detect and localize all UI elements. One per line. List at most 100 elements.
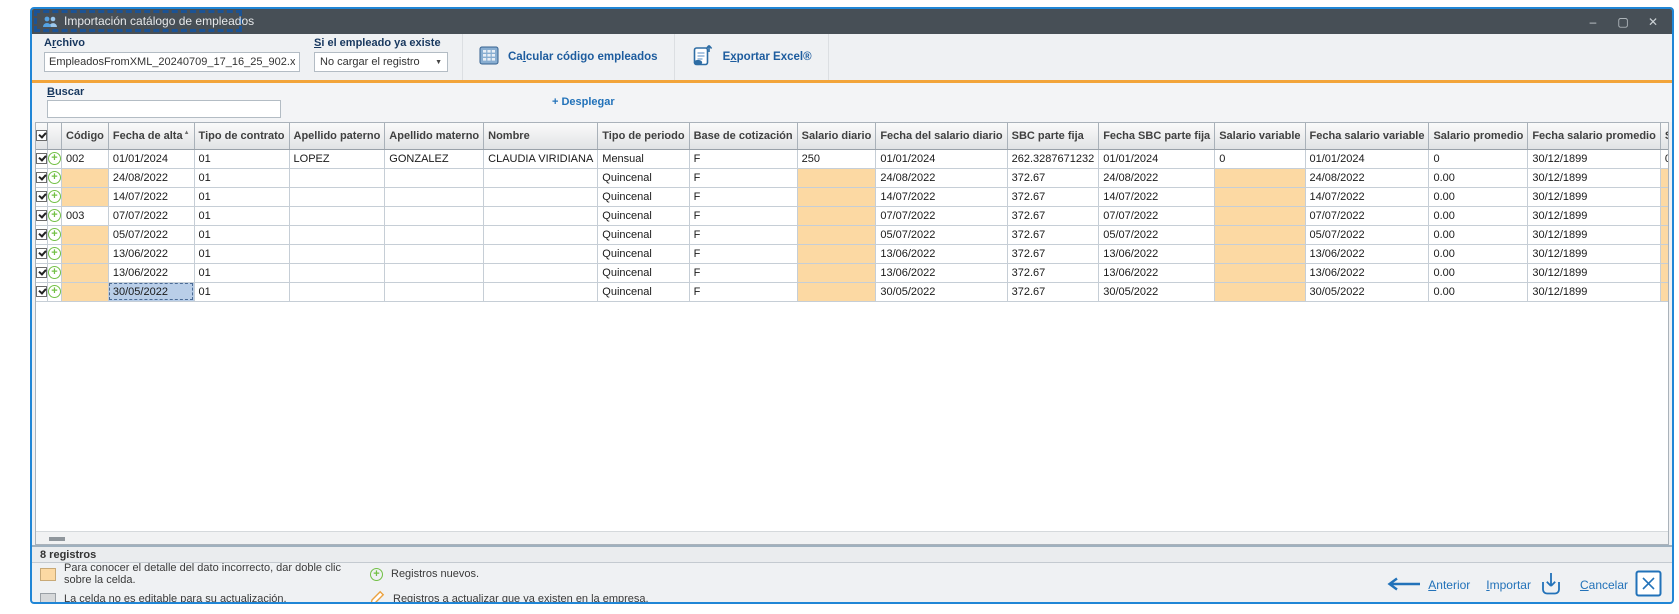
cell-salario-diario[interactable] xyxy=(797,244,876,263)
row-select-cell[interactable] xyxy=(36,206,48,225)
cell-sbc-parte-fija[interactable]: 372.67 xyxy=(1007,263,1099,282)
cell-fecha-del-salario-diario[interactable]: 14/07/2022 xyxy=(876,187,1007,206)
cell-fecha-de-alta[interactable]: 05/07/2022 xyxy=(108,225,194,244)
cell-fecha-del-salario-diario[interactable]: 07/07/2022 xyxy=(876,206,1007,225)
cell-apellido-materno[interactable] xyxy=(385,244,484,263)
column-header-fecha-salario-promedio[interactable]: Fecha salario promedio xyxy=(1528,123,1660,149)
cell-salario-mixto[interactable] xyxy=(1660,225,1669,244)
cell-fecha-de-alta[interactable]: 24/08/2022 xyxy=(108,168,194,187)
cell-nombre[interactable] xyxy=(484,225,598,244)
cell-salario-mixto[interactable]: 0 xyxy=(1660,149,1669,168)
cell-apellido-materno[interactable] xyxy=(385,187,484,206)
cell-tipo-de-periodo[interactable]: Quincenal xyxy=(598,187,689,206)
close-button[interactable]: ✕ xyxy=(1638,9,1668,34)
column-header-tipo-de-contrato[interactable]: Tipo de contrato xyxy=(194,123,289,149)
cell-nombre[interactable] xyxy=(484,263,598,282)
cell-salario-variable[interactable] xyxy=(1215,225,1305,244)
cell-tipo-de-periodo[interactable]: Quincenal xyxy=(598,225,689,244)
exportar-excel-button[interactable]: Exportar Excel® xyxy=(674,34,829,80)
cell-fecha-salario-variable[interactable]: 13/06/2022 xyxy=(1305,263,1429,282)
cell-fecha-sbc-parte-fija[interactable]: 05/07/2022 xyxy=(1099,225,1215,244)
cell-salario-variable[interactable] xyxy=(1215,168,1305,187)
row-select-cell[interactable] xyxy=(36,263,48,282)
row-select-cell[interactable] xyxy=(36,187,48,206)
column-header-salario-mixto[interactable]: Salario mixto xyxy=(1660,123,1669,149)
cell-base-de-cotizacion[interactable]: F xyxy=(689,282,797,301)
cell-salario-diario[interactable] xyxy=(797,263,876,282)
cell-salario-variable[interactable] xyxy=(1215,244,1305,263)
select-all-checkbox[interactable] xyxy=(36,130,47,141)
cell-tipo-de-contrato[interactable]: 01 xyxy=(194,206,289,225)
horizontal-scrollbar[interactable] xyxy=(36,531,1668,544)
column-header-fecha-salario-variable[interactable]: Fecha salario variable xyxy=(1305,123,1429,149)
cell-nombre[interactable] xyxy=(484,168,598,187)
cell-salario-promedio[interactable]: 0.00 xyxy=(1429,225,1528,244)
cell-nombre[interactable] xyxy=(484,244,598,263)
cell-nombre[interactable] xyxy=(484,187,598,206)
cell-salario-mixto[interactable] xyxy=(1660,263,1669,282)
cell-sbc-parte-fija[interactable]: 372.67 xyxy=(1007,282,1099,301)
column-header-apellido-paterno[interactable]: Apellido paterno xyxy=(289,123,385,149)
cell-fecha-del-salario-diario[interactable]: 30/05/2022 xyxy=(876,282,1007,301)
cell-tipo-de-periodo[interactable]: Quincenal xyxy=(598,206,689,225)
column-header-salario-diario[interactable]: Salario diario xyxy=(797,123,876,149)
cell-salario-diario[interactable] xyxy=(797,187,876,206)
cell-fecha-salario-variable[interactable]: 30/05/2022 xyxy=(1305,282,1429,301)
cell-tipo-de-periodo[interactable]: Quincenal xyxy=(598,282,689,301)
cell-fecha-salario-promedio[interactable]: 30/12/1899 xyxy=(1528,149,1660,168)
cell-codigo[interactable] xyxy=(62,244,109,263)
cell-nombre[interactable] xyxy=(484,206,598,225)
cell-fecha-salario-promedio[interactable]: 30/12/1899 xyxy=(1528,206,1660,225)
cell-salario-mixto[interactable] xyxy=(1660,206,1669,225)
row-select-cell[interactable] xyxy=(36,282,48,301)
row-select-cell[interactable] xyxy=(36,225,48,244)
cell-sbc-parte-fija[interactable]: 372.67 xyxy=(1007,244,1099,263)
cell-tipo-de-contrato[interactable]: 01 xyxy=(194,149,289,168)
column-header-fecha-sbc-parte-fija[interactable]: Fecha SBC parte fija xyxy=(1099,123,1215,149)
cell-fecha-de-alta[interactable]: 30/05/2022 xyxy=(108,282,194,301)
cell-tipo-de-periodo[interactable]: Quincenal xyxy=(598,263,689,282)
cell-tipo-de-periodo[interactable]: Quincenal xyxy=(598,168,689,187)
cell-codigo[interactable] xyxy=(62,263,109,282)
cell-apellido-paterno[interactable] xyxy=(289,225,385,244)
cell-fecha-de-alta[interactable]: 14/07/2022 xyxy=(108,187,194,206)
cell-fecha-de-alta[interactable]: 13/06/2022 xyxy=(108,244,194,263)
cell-salario-promedio[interactable]: 0.00 xyxy=(1429,187,1528,206)
cell-tipo-de-contrato[interactable]: 01 xyxy=(194,168,289,187)
cell-fecha-salario-promedio[interactable]: 30/12/1899 xyxy=(1528,282,1660,301)
cell-apellido-paterno[interactable] xyxy=(289,263,385,282)
cell-salario-promedio[interactable]: 0 xyxy=(1429,149,1528,168)
cell-fecha-salario-variable[interactable]: 01/01/2024 xyxy=(1305,149,1429,168)
row-select-cell[interactable] xyxy=(36,149,48,168)
cell-fecha-del-salario-diario[interactable]: 13/06/2022 xyxy=(876,263,1007,282)
cell-apellido-paterno[interactable] xyxy=(289,282,385,301)
cell-fecha-del-salario-diario[interactable]: 13/06/2022 xyxy=(876,244,1007,263)
cell-salario-promedio[interactable]: 0.00 xyxy=(1429,282,1528,301)
cell-apellido-materno[interactable]: GONZALEZ xyxy=(385,149,484,168)
cell-salario-promedio[interactable]: 0.00 xyxy=(1429,263,1528,282)
cell-fecha-salario-promedio[interactable]: 30/12/1899 xyxy=(1528,187,1660,206)
row-checkbox[interactable] xyxy=(36,229,47,240)
column-header-apellido-materno[interactable]: Apellido materno xyxy=(385,123,484,149)
column-header-base-de-cotizacion[interactable]: Base de cotización xyxy=(689,123,797,149)
column-header-tipo-de-periodo[interactable]: Tipo de periodo xyxy=(598,123,689,149)
row-select-cell[interactable] xyxy=(36,168,48,187)
cell-sbc-parte-fija[interactable]: 372.67 xyxy=(1007,168,1099,187)
cell-nombre[interactable]: CLAUDIA VIRIDIANA xyxy=(484,149,598,168)
desplegar-link[interactable]: + Desplegar xyxy=(552,96,615,108)
archivo-input[interactable] xyxy=(44,52,300,72)
cell-salario-variable[interactable] xyxy=(1215,206,1305,225)
horizontal-scrollbar-thumb[interactable] xyxy=(49,537,65,541)
column-header-salario-variable[interactable]: Salario variable xyxy=(1215,123,1305,149)
select-all-header[interactable] xyxy=(36,123,48,149)
cell-sbc-parte-fija[interactable]: 372.67 xyxy=(1007,206,1099,225)
cell-sbc-parte-fija[interactable]: 262.3287671232 xyxy=(1007,149,1099,168)
cell-tipo-de-periodo[interactable]: Mensual xyxy=(598,149,689,168)
cell-salario-mixto[interactable] xyxy=(1660,244,1669,263)
row-checkbox[interactable] xyxy=(36,286,47,297)
column-header-fecha-de-alta[interactable]: Fecha de alta▲ xyxy=(108,123,194,149)
maximize-button[interactable]: ▢ xyxy=(1608,9,1638,34)
cell-base-de-cotizacion[interactable]: F xyxy=(689,187,797,206)
cell-apellido-materno[interactable] xyxy=(385,282,484,301)
cell-base-de-cotizacion[interactable]: F xyxy=(689,225,797,244)
